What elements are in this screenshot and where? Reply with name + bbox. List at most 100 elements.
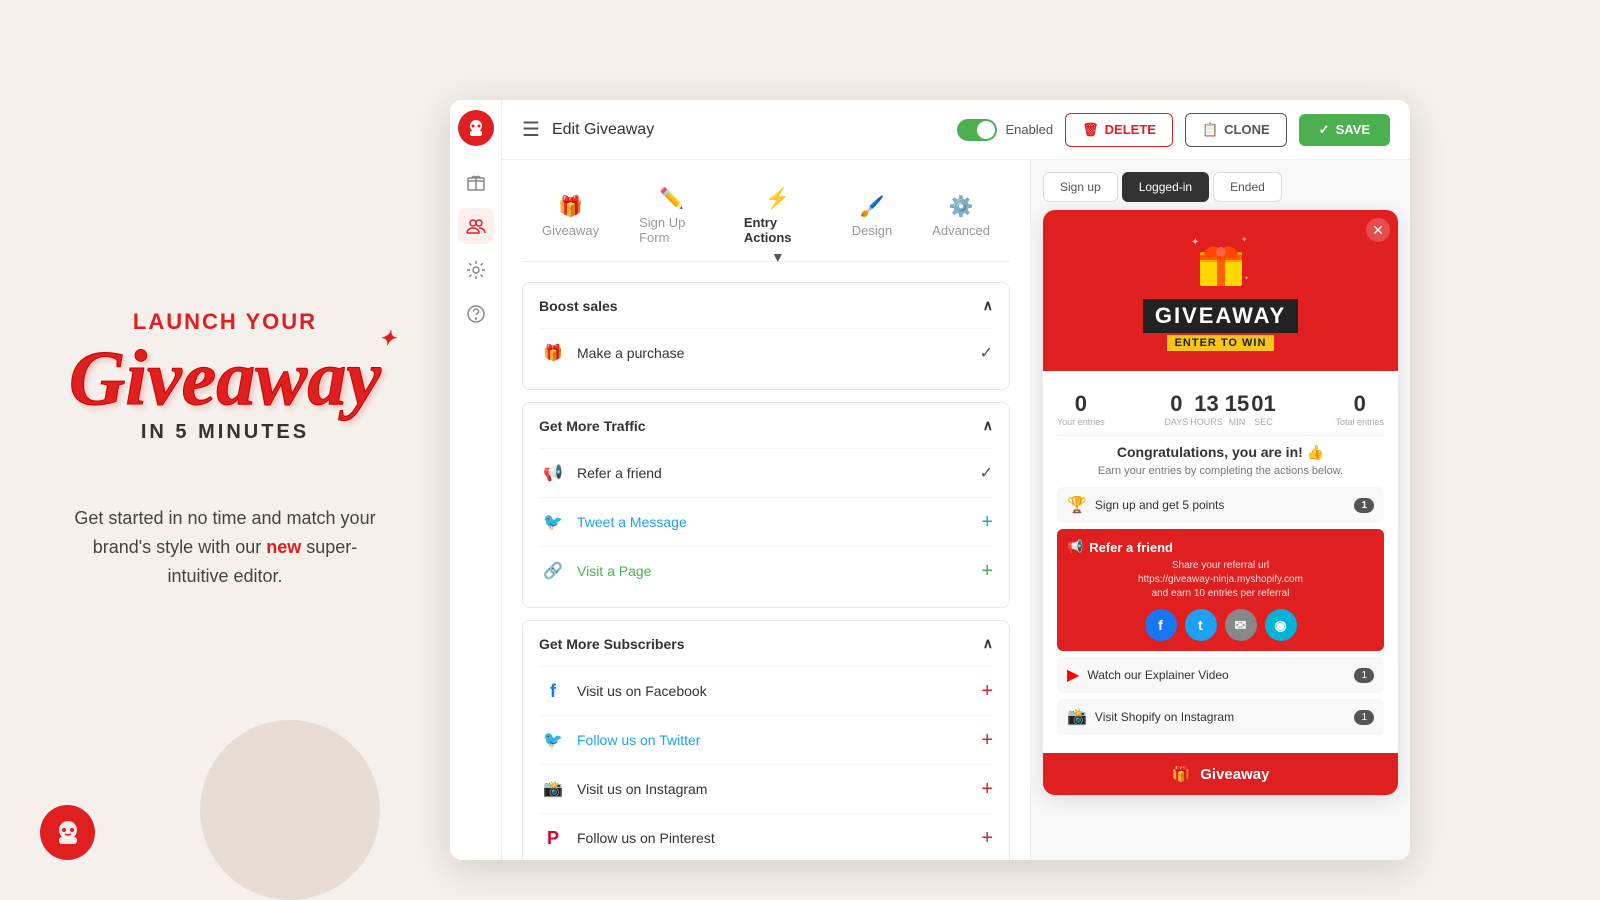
twitter-icon: 🐦 <box>539 508 567 536</box>
boost-sales-chevron: ∧ <box>983 297 993 314</box>
gift-box-svg: ✦ ✦ ✦ <box>1186 230 1256 290</box>
pinterest-label: Follow us on Pinterest <box>577 830 981 846</box>
widget-video-item-1[interactable]: ▶ Watch our Explainer Video 1 <box>1057 657 1384 693</box>
your-entries-num: 0 <box>1057 391 1105 417</box>
tab-advanced-label: Advanced <box>932 223 990 238</box>
tab-signup-form[interactable]: ✏️ Sign Up Form <box>619 180 724 251</box>
action-pinterest: P Follow us on Pinterest + <box>539 813 993 860</box>
tab-design[interactable]: 🖌️ Design <box>832 188 912 244</box>
tab-advanced[interactable]: ⚙️ Advanced <box>912 188 1010 244</box>
widget-signup-label: Sign up and get 5 points <box>1095 498 1347 512</box>
tab-entry-actions[interactable]: ⚡ Entry Actions <box>724 180 832 251</box>
preview-tab-ended[interactable]: Ended <box>1213 172 1282 202</box>
widget-signup-action[interactable]: 🏆 Sign up and get 5 points 1 <box>1057 487 1384 523</box>
sidebar-item-settings[interactable] <box>458 252 494 288</box>
widget-close-button[interactable]: ✕ <box>1366 218 1390 242</box>
get-more-traffic-section: Get More Traffic ∧ 📢 Refer a friend ✓ 🐦 … <box>522 402 1010 608</box>
svg-text:✦: ✦ <box>1241 235 1248 244</box>
widget-footer-gift-icon: 🎁 <box>1172 765 1191 783</box>
content-area: 🎁 Giveaway ✏️ Sign Up Form ⚡ Entry Actio… <box>502 160 1030 860</box>
get-more-subscribers-header[interactable]: Get More Subscribers ∧ <box>523 621 1009 666</box>
widget-giveaway-title: GIVEAWAY <box>1143 299 1298 333</box>
sidebar-item-help[interactable] <box>458 296 494 332</box>
timer-sec: 01 SEC <box>1251 391 1275 427</box>
instagram-widget-badge: 1 <box>1354 710 1374 725</box>
get-more-traffic-header[interactable]: Get More Traffic ∧ <box>523 403 1009 448</box>
twitter-follow-icon: 🐦 <box>539 726 567 754</box>
widget-enter-to-win: ENTER TO WIN <box>1167 335 1275 351</box>
video-label-1: Watch our Explainer Video <box>1087 668 1346 682</box>
timer-min: 15 MIN <box>1225 391 1249 427</box>
preview-tab-signup[interactable]: Sign up <box>1043 172 1118 202</box>
visit-page-label: Visit a Page <box>577 563 981 579</box>
action-twitter-follow: 🐦 Follow us on Twitter + <box>539 715 993 764</box>
referral-section: 📢 Refer a friend Share your referral url… <box>1057 529 1384 651</box>
svg-text:✦: ✦ <box>1191 237 1199 248</box>
widget-body: 0 Your entries 0 DAYS 13 HOURS <box>1043 371 1398 753</box>
widget-instagram-item[interactable]: 📸 Visit Shopify on Instagram 1 <box>1057 699 1384 735</box>
entry-tab-icon: ⚡ <box>765 186 790 211</box>
earn-text: Earn your entries by completing the acti… <box>1057 465 1384 477</box>
giveaway-widget: ✕ ✦ ✦ ✦ <box>1043 210 1398 795</box>
instagram-add[interactable]: + <box>981 778 993 801</box>
visit-page-add[interactable]: + <box>981 560 993 583</box>
twitter-follow-add[interactable]: + <box>981 729 993 752</box>
instagram-icon: 📸 <box>539 775 567 803</box>
sidebar-item-giveaways[interactable] <box>458 164 494 200</box>
referral-twitter-btn[interactable]: t <box>1185 609 1217 641</box>
traffic-chevron: ∧ <box>983 417 993 434</box>
preview-tab-loggedin[interactable]: Logged-in <box>1122 172 1209 202</box>
widget-signup-badge: 1 <box>1354 498 1374 513</box>
facebook-icon: f <box>539 677 567 705</box>
checkmark-icon: ✓ <box>1319 122 1330 138</box>
timer-hours: 13 HOURS <box>1190 391 1223 427</box>
your-entries-stat: 0 Your entries <box>1057 391 1105 427</box>
tab-giveaway[interactable]: 🎁 Giveaway <box>522 188 619 244</box>
widget-footer[interactable]: 🎁 Giveaway <box>1043 753 1398 795</box>
giveaway-tab-icon: 🎁 <box>558 194 583 219</box>
total-entries-num: 0 <box>1335 391 1384 417</box>
total-entries-label: Total entries <box>1335 417 1384 427</box>
refer-check: ✓ <box>980 463 993 483</box>
get-more-subscribers-section: Get More Subscribers ∧ f Visit us on Fac… <box>522 620 1010 860</box>
action-instagram: 📸 Visit us on Instagram + <box>539 764 993 813</box>
timer-days: 0 DAYS <box>1164 391 1188 427</box>
pinterest-add[interactable]: + <box>981 827 993 850</box>
action-tweet: 🐦 Tweet a Message + <box>539 497 993 546</box>
referral-facebook-btn[interactable]: f <box>1145 609 1177 641</box>
ninja-logo-icon <box>40 805 95 860</box>
launch-text: LAUNCH YOUR <box>69 309 381 335</box>
toggle-label: Enabled <box>1005 122 1053 137</box>
referral-social-buttons: f t ✉ ◉ <box>1067 609 1374 641</box>
in-5-minutes-text: IN 5 MINUTES <box>69 421 381 444</box>
referral-desc: Share your referral url https://giveaway… <box>1067 559 1374 601</box>
referral-title: 📢 Refer a friend <box>1067 539 1374 555</box>
sidebar-logo <box>458 110 494 146</box>
purchase-icon: 🎁 <box>539 339 567 367</box>
enabled-toggle[interactable] <box>957 119 997 141</box>
referral-email-btn[interactable]: ✉ <box>1225 609 1257 641</box>
facebook-add[interactable]: + <box>981 680 993 703</box>
pinterest-icon: P <box>539 824 567 852</box>
referral-messenger-btn[interactable]: ◉ <box>1265 609 1297 641</box>
instagram-label: Visit us on Instagram <box>577 781 981 797</box>
design-tab-icon: 🖌️ <box>859 194 884 219</box>
tweet-add[interactable]: + <box>981 511 993 534</box>
deco-circle <box>200 720 380 900</box>
widget-footer-label: Giveaway <box>1200 766 1269 783</box>
save-button[interactable]: ✓ SAVE <box>1299 114 1390 146</box>
subscribers-title: Get More Subscribers <box>539 636 685 652</box>
sidebar-item-audience[interactable] <box>458 208 494 244</box>
trophy-icon: 🏆 <box>1067 495 1087 515</box>
boost-sales-section: Boost sales ∧ 🎁 Make a purchase ✓ <box>522 282 1010 390</box>
clone-button[interactable]: 📋 CLONE <box>1185 113 1287 147</box>
boost-sales-header[interactable]: Boost sales ∧ <box>523 283 1009 328</box>
tagline: Get started in no time and match your br… <box>65 504 385 590</box>
menu-icon[interactable]: ☰ <box>522 117 540 142</box>
delete-button[interactable]: 🗑 DELETE <box>1065 113 1173 147</box>
action-refer-friend: 📢 Refer a friend ✓ <box>539 448 993 497</box>
boost-sales-body: 🎁 Make a purchase ✓ <box>523 328 1009 389</box>
advanced-tab-icon: ⚙️ <box>949 194 974 219</box>
video-badge-1: 1 <box>1354 668 1374 683</box>
tab-signup-label: Sign Up Form <box>639 215 704 245</box>
